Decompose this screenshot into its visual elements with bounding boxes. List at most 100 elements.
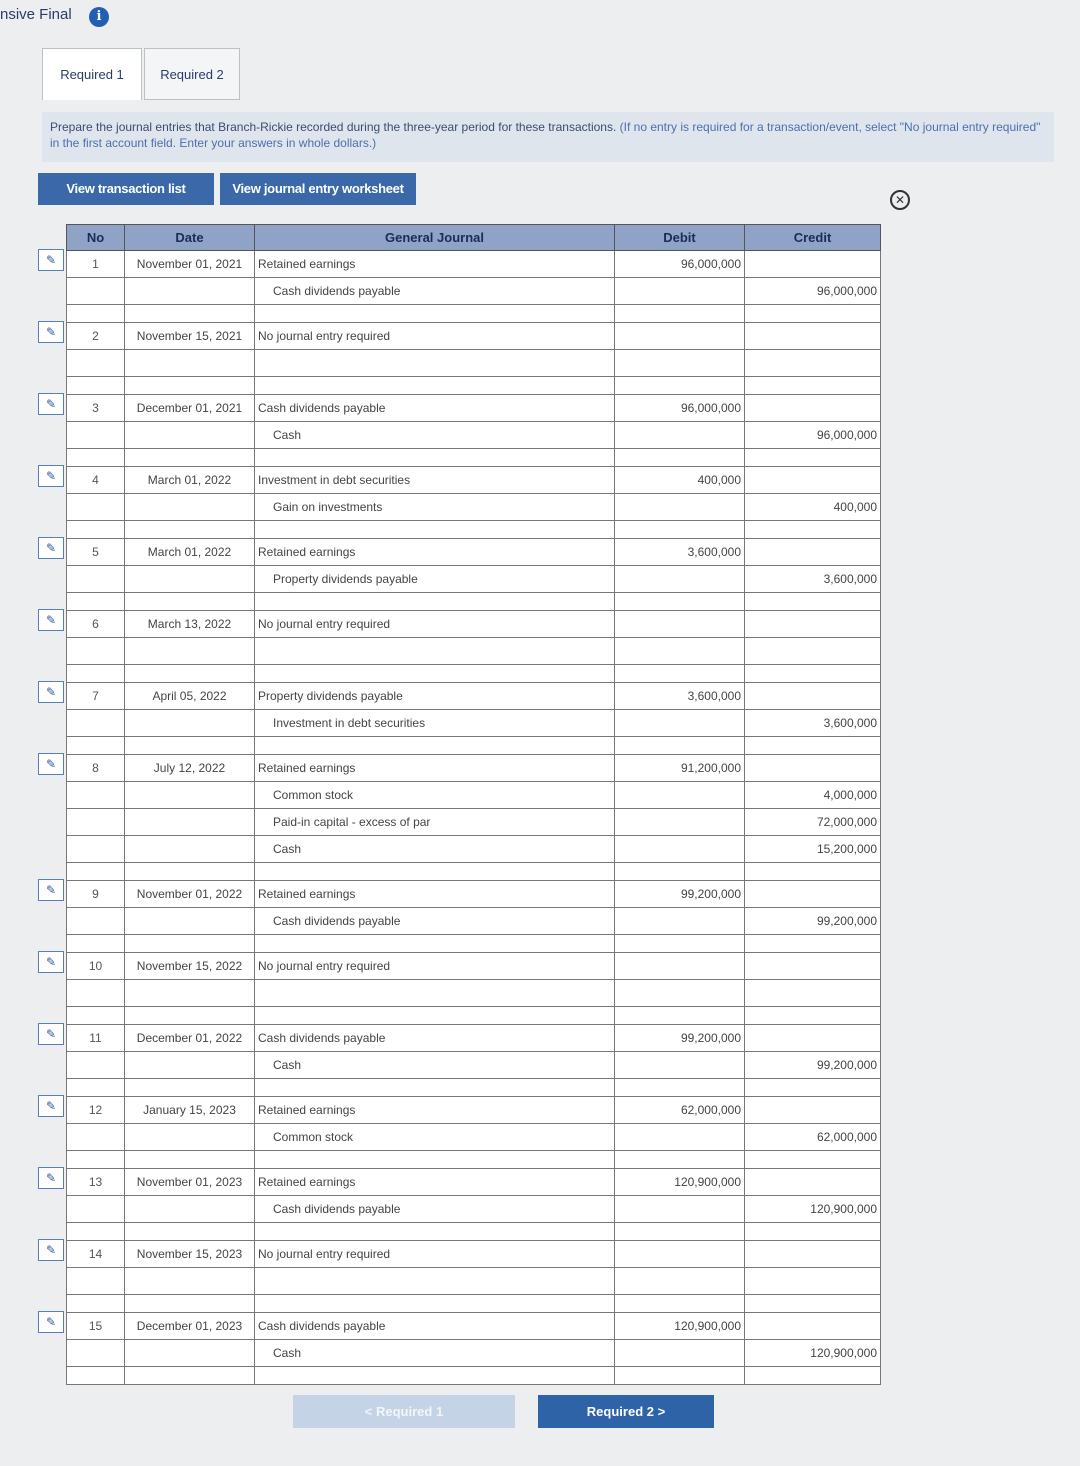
account-cell[interactable]: Investment in debt securities — [254, 466, 615, 494]
credit-cell[interactable]: 400,000 — [744, 493, 881, 521]
debit-cell[interactable] — [614, 1195, 745, 1223]
edit-entry-button[interactable]: ✎ — [38, 1310, 64, 1333]
account-cell[interactable]: Cash — [254, 421, 615, 449]
edit-entry-button[interactable]: ✎ — [38, 1238, 64, 1261]
credit-cell[interactable]: 99,200,000 — [744, 907, 881, 935]
credit-cell[interactable] — [744, 979, 881, 1007]
debit-cell[interactable]: 99,200,000 — [614, 880, 745, 908]
account-cell[interactable]: Cash dividends payable — [254, 277, 615, 305]
account-cell[interactable]: Common stock — [254, 781, 615, 809]
debit-cell[interactable] — [614, 808, 745, 836]
debit-cell[interactable] — [614, 781, 745, 809]
edit-entry-button[interactable]: ✎ — [38, 464, 64, 487]
account-cell[interactable]: No journal entry required — [254, 610, 615, 638]
debit-cell[interactable] — [614, 1123, 745, 1151]
debit-cell[interactable]: 96,000,000 — [614, 394, 745, 422]
debit-cell[interactable]: 3,600,000 — [614, 682, 745, 710]
tab-required-2[interactable]: Required 2 — [144, 48, 240, 100]
account-cell[interactable] — [254, 1267, 615, 1295]
edit-entry-button[interactable]: ✎ — [38, 752, 64, 775]
credit-cell[interactable] — [744, 880, 881, 908]
credit-cell[interactable] — [744, 952, 881, 980]
next-required-2-button[interactable]: Required 2 > — [538, 1395, 714, 1428]
credit-cell[interactable] — [744, 1096, 881, 1124]
credit-cell[interactable] — [744, 1024, 881, 1052]
debit-cell[interactable] — [614, 421, 745, 449]
debit-cell[interactable]: 96,000,000 — [614, 250, 745, 278]
account-cell[interactable]: Gain on investments — [254, 493, 615, 521]
account-cell[interactable]: Cash dividends payable — [254, 1312, 615, 1340]
debit-cell[interactable]: 120,900,000 — [614, 1168, 745, 1196]
credit-cell[interactable]: 96,000,000 — [744, 277, 881, 305]
credit-cell[interactable] — [744, 610, 881, 638]
debit-cell[interactable] — [614, 349, 745, 377]
edit-entry-button[interactable]: ✎ — [38, 608, 64, 631]
debit-cell[interactable] — [614, 277, 745, 305]
account-cell[interactable]: Retained earnings — [254, 754, 615, 782]
credit-cell[interactable] — [744, 1168, 881, 1196]
credit-cell[interactable]: 120,900,000 — [744, 1195, 881, 1223]
credit-cell[interactable] — [744, 1312, 881, 1340]
edit-entry-button[interactable]: ✎ — [38, 1166, 64, 1189]
debit-cell[interactable] — [614, 322, 745, 350]
account-cell[interactable]: Cash — [254, 1339, 615, 1367]
account-cell[interactable]: Paid-in capital - excess of par — [254, 808, 615, 836]
credit-cell[interactable]: 99,200,000 — [744, 1051, 881, 1079]
debit-cell[interactable]: 62,000,000 — [614, 1096, 745, 1124]
debit-cell[interactable] — [614, 835, 745, 863]
debit-cell[interactable]: 99,200,000 — [614, 1024, 745, 1052]
credit-cell[interactable]: 120,900,000 — [744, 1339, 881, 1367]
debit-cell[interactable]: 120,900,000 — [614, 1312, 745, 1340]
credit-cell[interactable] — [744, 538, 881, 566]
account-cell[interactable]: Cash dividends payable — [254, 1195, 615, 1223]
credit-cell[interactable] — [744, 682, 881, 710]
credit-cell[interactable]: 4,000,000 — [744, 781, 881, 809]
debit-cell[interactable]: 91,200,000 — [614, 754, 745, 782]
account-cell[interactable]: Retained earnings — [254, 1096, 615, 1124]
credit-cell[interactable]: 62,000,000 — [744, 1123, 881, 1151]
account-cell[interactable]: Retained earnings — [254, 250, 615, 278]
view-transaction-list-button[interactable]: View transaction list — [38, 173, 214, 205]
credit-cell[interactable] — [744, 322, 881, 350]
debit-cell[interactable] — [614, 709, 745, 737]
edit-entry-button[interactable]: ✎ — [38, 1022, 64, 1045]
account-cell[interactable] — [254, 979, 615, 1007]
account-cell[interactable]: No journal entry required — [254, 322, 615, 350]
debit-cell[interactable] — [614, 952, 745, 980]
edit-entry-button[interactable]: ✎ — [38, 680, 64, 703]
account-cell[interactable]: Cash — [254, 835, 615, 863]
debit-cell[interactable] — [614, 1051, 745, 1079]
debit-cell[interactable] — [614, 565, 745, 593]
edit-entry-button[interactable]: ✎ — [38, 248, 64, 271]
account-cell[interactable]: Common stock — [254, 1123, 615, 1151]
debit-cell[interactable] — [614, 637, 745, 665]
credit-cell[interactable] — [744, 394, 881, 422]
credit-cell[interactable]: 15,200,000 — [744, 835, 881, 863]
account-cell[interactable]: Retained earnings — [254, 538, 615, 566]
account-cell[interactable]: Investment in debt securities — [254, 709, 615, 737]
edit-entry-button[interactable]: ✎ — [38, 320, 64, 343]
edit-entry-button[interactable]: ✎ — [38, 878, 64, 901]
credit-cell[interactable]: 3,600,000 — [744, 565, 881, 593]
tab-required-1[interactable]: Required 1 — [42, 48, 142, 100]
edit-entry-button[interactable]: ✎ — [38, 950, 64, 973]
account-cell[interactable]: Property dividends payable — [254, 682, 615, 710]
credit-cell[interactable]: 96,000,000 — [744, 421, 881, 449]
prev-required-1-button[interactable]: < Required 1 — [293, 1395, 515, 1428]
credit-cell[interactable]: 72,000,000 — [744, 808, 881, 836]
account-cell[interactable]: No journal entry required — [254, 952, 615, 980]
credit-cell[interactable] — [744, 1240, 881, 1268]
account-cell[interactable]: Cash — [254, 1051, 615, 1079]
credit-cell[interactable] — [744, 637, 881, 665]
credit-cell[interactable] — [744, 754, 881, 782]
edit-entry-button[interactable]: ✎ — [38, 536, 64, 559]
account-cell[interactable]: Cash dividends payable — [254, 394, 615, 422]
credit-cell[interactable] — [744, 250, 881, 278]
close-icon[interactable]: ✕ — [890, 190, 910, 210]
edit-entry-button[interactable]: ✎ — [38, 1094, 64, 1117]
credit-cell[interactable] — [744, 1267, 881, 1295]
view-journal-entry-worksheet-button[interactable]: View journal entry worksheet — [220, 173, 416, 205]
debit-cell[interactable] — [614, 610, 745, 638]
debit-cell[interactable] — [614, 907, 745, 935]
debit-cell[interactable] — [614, 1240, 745, 1268]
